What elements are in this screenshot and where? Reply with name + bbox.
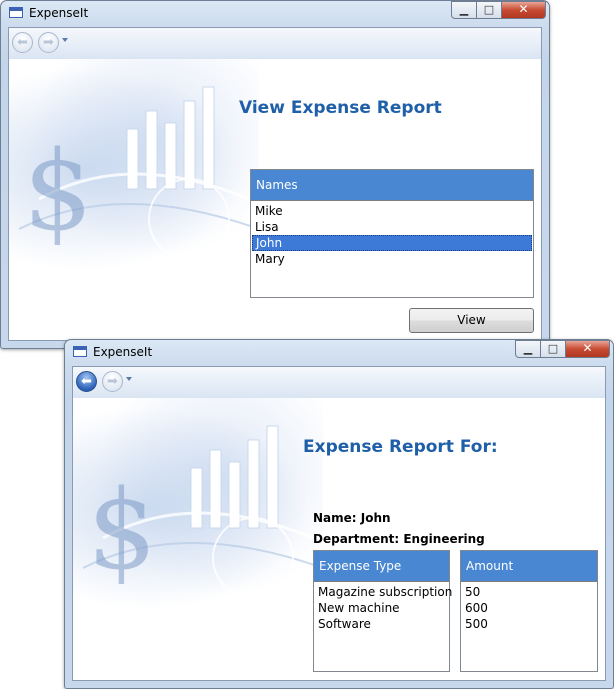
amount-item[interactable]: 50 <box>461 584 597 600</box>
chart-dollar-watermark-icon: $ <box>18 86 259 260</box>
expenseit-window-2: ExpenseIt ▁ □ ✕ ⬅ ➡ $ Expense Report For… <box>64 339 614 689</box>
name-label: Name: John <box>313 511 391 525</box>
maximize-icon: □ <box>483 3 495 16</box>
window-content: ⬅ ➡ $ View Expense Report Names Mike Lis… <box>8 27 542 341</box>
forward-arrow-icon: ➡ <box>107 374 118 389</box>
nav-history-dropdown-icon[interactable] <box>62 38 68 42</box>
navigation-bar: ⬅ ➡ <box>9 28 541 59</box>
close-button[interactable]: ✕ <box>502 1 546 19</box>
view-button[interactable]: View <box>409 308 534 333</box>
nav-history-dropdown-icon[interactable] <box>126 377 132 381</box>
forward-button[interactable]: ➡ <box>38 32 59 53</box>
window-title: ExpenseIt <box>29 6 89 20</box>
title-bar[interactable]: ExpenseIt ▁ □ ✕ <box>1 1 549 27</box>
list-item-name[interactable]: Lisa <box>251 219 533 235</box>
expense-type-listbox[interactable]: Expense Type Magazine subscription New m… <box>313 550 452 672</box>
close-icon: ✕ <box>582 341 593 355</box>
amount-item[interactable]: 600 <box>461 600 597 616</box>
title-bar[interactable]: ExpenseIt ▁ □ ✕ <box>65 340 613 366</box>
minimize-button[interactable]: ▁ <box>515 340 541 358</box>
minimize-button[interactable]: ▁ <box>451 1 477 19</box>
chart-dollar-watermark-icon: $ <box>82 425 323 599</box>
forward-arrow-icon: ➡ <box>43 35 54 50</box>
amount-header: Amount <box>461 551 597 582</box>
page-heading: View Expense Report <box>239 98 442 118</box>
expense-type-item[interactable]: New machine <box>314 600 449 616</box>
amount-item[interactable]: 500 <box>461 616 597 632</box>
names-listbox[interactable]: Names Mike Lisa John Mary <box>250 169 534 298</box>
app-window-icon <box>73 346 87 357</box>
maximize-icon: □ <box>547 342 559 355</box>
amount-listbox[interactable]: Amount 50 600 500 <box>460 550 598 672</box>
maximize-button[interactable]: □ <box>541 340 566 358</box>
expenseit-window-1: ExpenseIt ▁ □ ✕ ⬅ ➡ $ View Expense Repor… <box>0 0 550 349</box>
back-arrow-icon: ⬅ <box>81 374 92 389</box>
svg-text:$: $ <box>23 127 93 255</box>
back-arrow-icon: ⬅ <box>17 35 28 50</box>
back-button[interactable]: ⬅ <box>76 371 97 392</box>
list-item-name[interactable]: Mike <box>251 203 533 219</box>
minimize-icon: ▁ <box>523 342 533 355</box>
watermark-artwork: $ <box>9 59 259 279</box>
list-item-name[interactable]: Mary <box>251 251 533 267</box>
forward-button[interactable]: ➡ <box>102 371 123 392</box>
window-title: ExpenseIt <box>93 345 153 359</box>
navigation-bar: ⬅ ➡ <box>73 367 605 398</box>
list-item-name-selected[interactable]: John <box>252 235 532 251</box>
svg-text:$: $ <box>87 466 157 594</box>
department-label: Department: Engineering <box>313 532 485 546</box>
page-heading: Expense Report For: <box>303 437 498 457</box>
expense-type-item[interactable]: Magazine subscription <box>314 584 452 600</box>
app-window-icon <box>9 7 23 18</box>
maximize-button[interactable]: □ <box>477 1 502 19</box>
close-icon: ✕ <box>518 2 529 16</box>
minimize-icon: ▁ <box>459 3 469 16</box>
watermark-artwork: $ <box>73 398 323 618</box>
close-button[interactable]: ✕ <box>566 340 610 358</box>
expense-type-header: Expense Type <box>314 551 449 582</box>
expense-type-item[interactable]: Software <box>314 616 449 632</box>
back-button[interactable]: ⬅ <box>12 32 33 53</box>
window-content: ⬅ ➡ $ Expense Report For: Name: John Dep… <box>72 366 606 681</box>
names-list-header: Names <box>251 170 533 201</box>
